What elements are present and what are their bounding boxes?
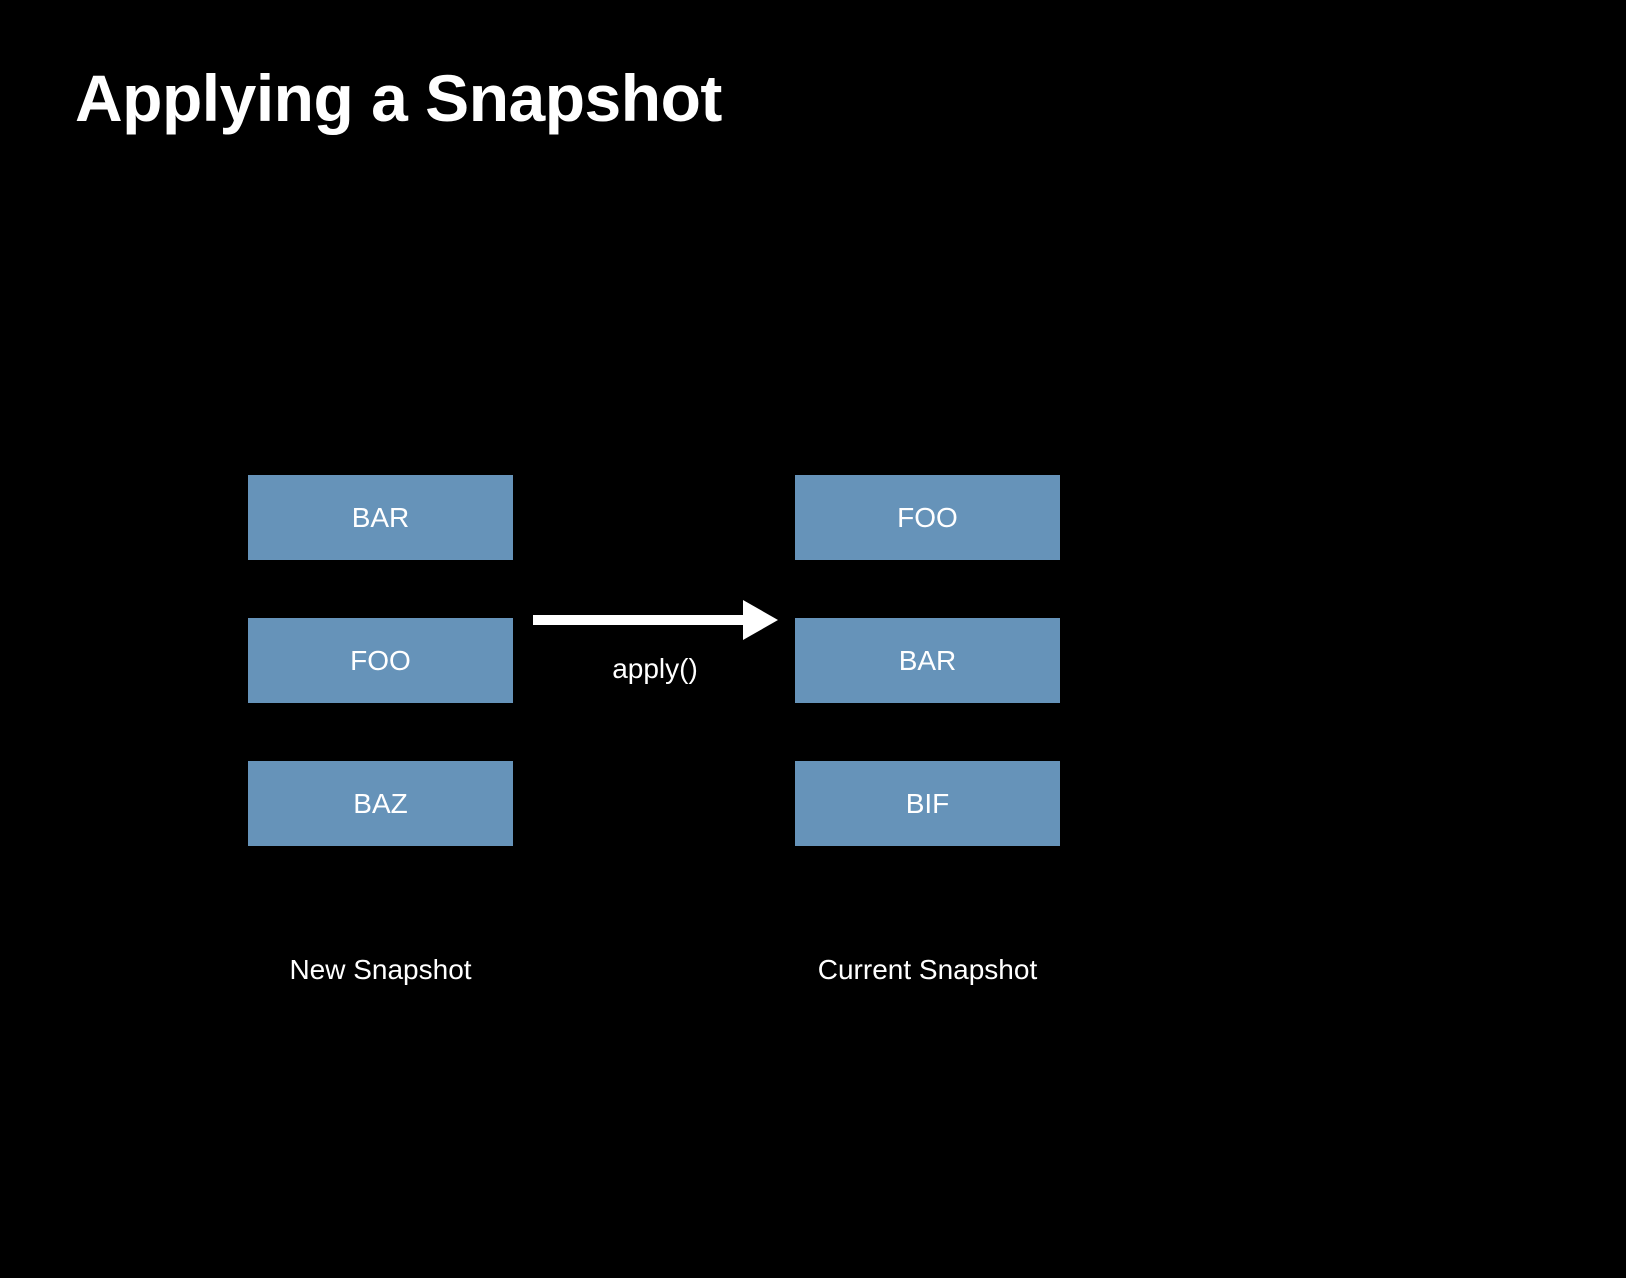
- current-snapshot-item: FOO: [795, 475, 1060, 560]
- new-snapshot-item: BAR: [248, 475, 513, 560]
- new-snapshot-item: BAZ: [248, 761, 513, 846]
- new-snapshot-column: BAR FOO BAZ New Snapshot: [248, 475, 513, 986]
- new-snapshot-label: New Snapshot: [289, 954, 471, 986]
- current-snapshot-label: Current Snapshot: [818, 954, 1037, 986]
- current-snapshot-column: FOO BAR BIF Current Snapshot: [795, 475, 1060, 986]
- new-snapshot-item: FOO: [248, 618, 513, 703]
- apply-arrow-section: apply(): [525, 595, 785, 685]
- apply-arrow-label: apply(): [612, 653, 698, 685]
- current-snapshot-item: BIF: [795, 761, 1060, 846]
- slide-title: Applying a Snapshot: [75, 60, 722, 136]
- current-snapshot-item: BAR: [795, 618, 1060, 703]
- arrow-right-icon: [533, 595, 778, 645]
